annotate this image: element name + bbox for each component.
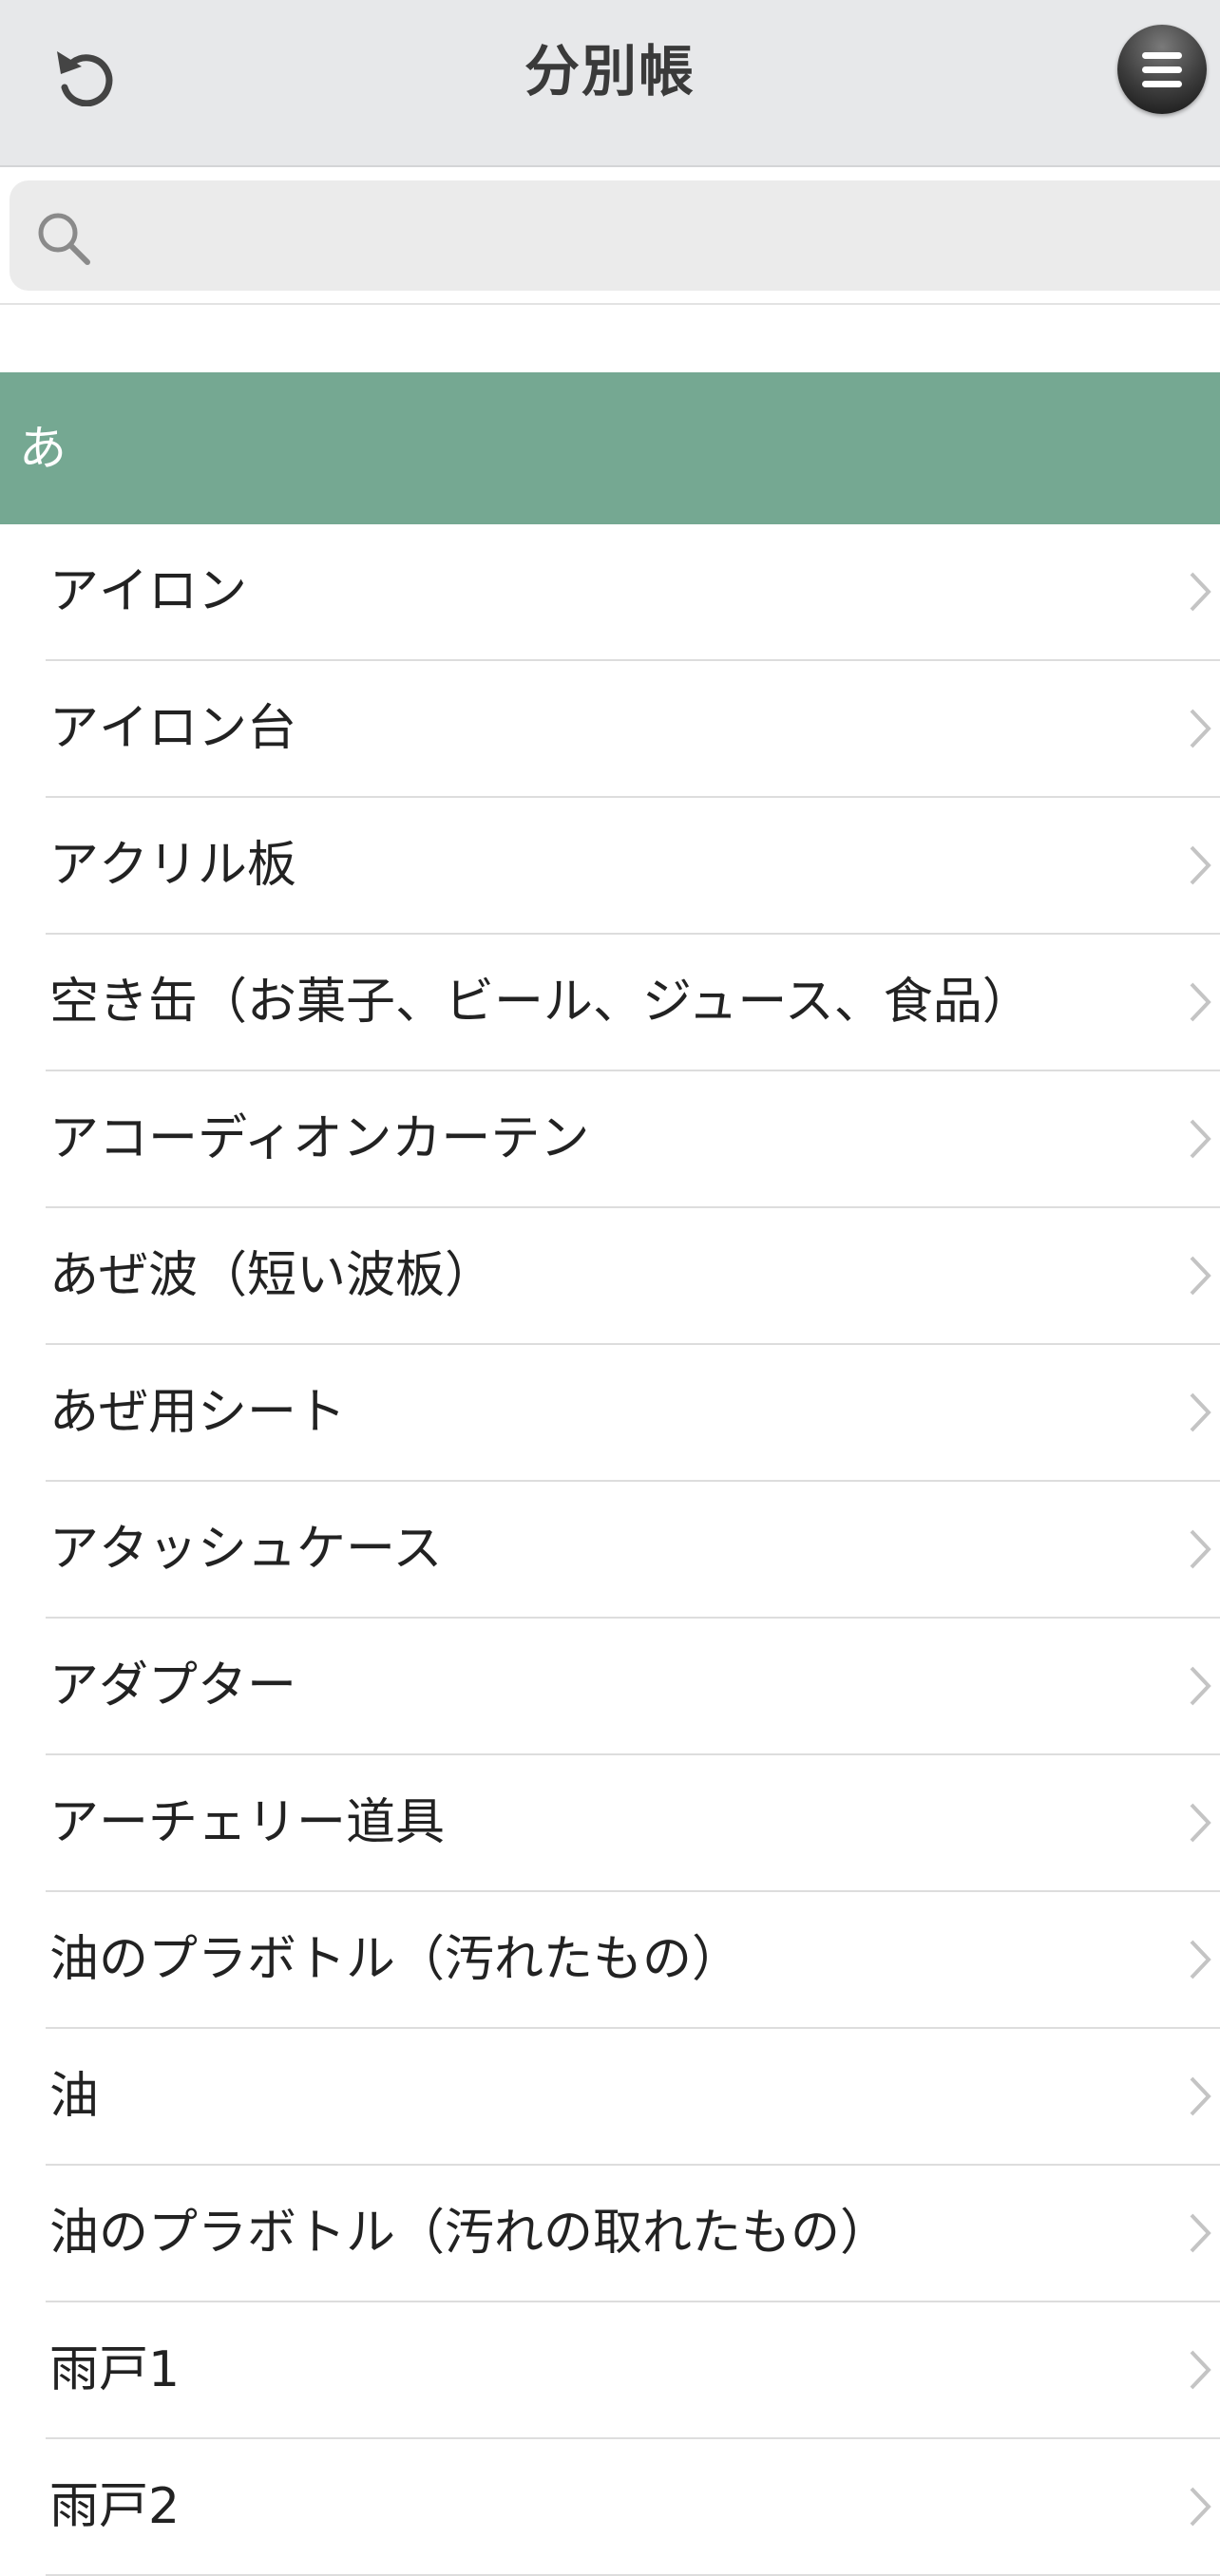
list-item[interactable]: アダプター bbox=[46, 1619, 1220, 1755]
chevron-right-icon bbox=[1190, 2487, 1211, 2527]
list-item-label: あぜ用シート bbox=[49, 1384, 347, 1441]
list-item[interactable]: アーチェリー道具 bbox=[46, 1755, 1220, 1892]
list-item-label: アダプター bbox=[49, 1657, 297, 1714]
list-item-label: アイロン台 bbox=[49, 700, 297, 757]
list-item-label: アタッシュケース bbox=[49, 1521, 443, 1578]
list-item[interactable]: 空き缶（お菓子、ビール、ジュース、食品） bbox=[46, 935, 1220, 1071]
list-item-label: 雨戸2 bbox=[49, 2478, 181, 2535]
chevron-right-icon bbox=[1190, 2076, 1211, 2116]
list-item-label: 油のプラボトル（汚れの取れたもの） bbox=[49, 2205, 890, 2262]
list-item[interactable]: 油のプラボトル（汚れの取れたもの） bbox=[46, 2166, 1220, 2302]
list-item[interactable]: 油 bbox=[46, 2029, 1220, 2166]
list-item[interactable]: 油のプラボトル（汚れたもの） bbox=[46, 1892, 1220, 2029]
list-item[interactable]: アイロン bbox=[46, 524, 1220, 661]
search-icon bbox=[38, 213, 90, 265]
list-item-label: 空き缶（お菓子、ビール、ジュース、食品） bbox=[49, 974, 1032, 1031]
list-item-label: アーチェリー道具 bbox=[49, 1794, 446, 1851]
chevron-right-icon bbox=[1190, 2350, 1211, 2390]
list-item[interactable]: あぜ波（短い波板） bbox=[46, 1208, 1220, 1345]
list-item-label: あぜ波（短い波板） bbox=[49, 1247, 495, 1304]
page-title: 分別帳 bbox=[524, 39, 696, 104]
chevron-right-icon bbox=[1190, 845, 1211, 885]
list-item-label: アイロン bbox=[49, 563, 248, 620]
chevron-right-icon bbox=[1190, 982, 1211, 1022]
chevron-right-icon bbox=[1190, 1940, 1211, 1979]
chevron-right-icon bbox=[1190, 572, 1211, 612]
list-item[interactable]: アイロン台 bbox=[46, 661, 1220, 798]
list-item[interactable]: アタッシュケース bbox=[46, 1482, 1220, 1619]
chevron-right-icon bbox=[1190, 1256, 1211, 1296]
list-item-label: アコーディオンカーテン bbox=[49, 1110, 590, 1167]
chevron-right-icon bbox=[1190, 709, 1211, 748]
search-bar bbox=[0, 167, 1220, 305]
chevron-right-icon bbox=[1190, 1119, 1211, 1159]
list-item[interactable]: アコーディオンカーテン bbox=[46, 1071, 1220, 1208]
menu-button[interactable] bbox=[1117, 25, 1207, 114]
list-item-label: アクリル板 bbox=[49, 837, 297, 894]
list-item[interactable]: 雨戸1 bbox=[46, 2302, 1220, 2439]
chevron-right-icon bbox=[1190, 1392, 1211, 1432]
list-item-label: 油のプラボトル（汚れたもの） bbox=[49, 1931, 742, 1988]
item-list: アイロン アイロン台 アクリル板 空き缶（お菓子、ビール、ジュース、食品） アコ… bbox=[0, 524, 1220, 2576]
search-input[interactable] bbox=[105, 180, 1201, 293]
chevron-right-icon bbox=[1190, 1666, 1211, 1706]
hamburger-menu-icon bbox=[1142, 51, 1182, 87]
list-item[interactable]: あぜ用シート bbox=[46, 1345, 1220, 1482]
list-item-label: 油 bbox=[49, 2068, 100, 2125]
list-item-label: 雨戸1 bbox=[49, 2341, 181, 2398]
chevron-right-icon bbox=[1190, 1803, 1211, 1843]
list-item[interactable]: アクリル板 bbox=[46, 798, 1220, 935]
search-field-container[interactable] bbox=[10, 180, 1220, 293]
app-header: 分別帳 bbox=[0, 0, 1220, 167]
section-header: あ bbox=[0, 372, 1220, 524]
chevron-right-icon bbox=[1190, 2213, 1211, 2253]
chevron-right-icon bbox=[1190, 1529, 1211, 1569]
list-item[interactable]: 雨戸2 bbox=[46, 2439, 1220, 2576]
